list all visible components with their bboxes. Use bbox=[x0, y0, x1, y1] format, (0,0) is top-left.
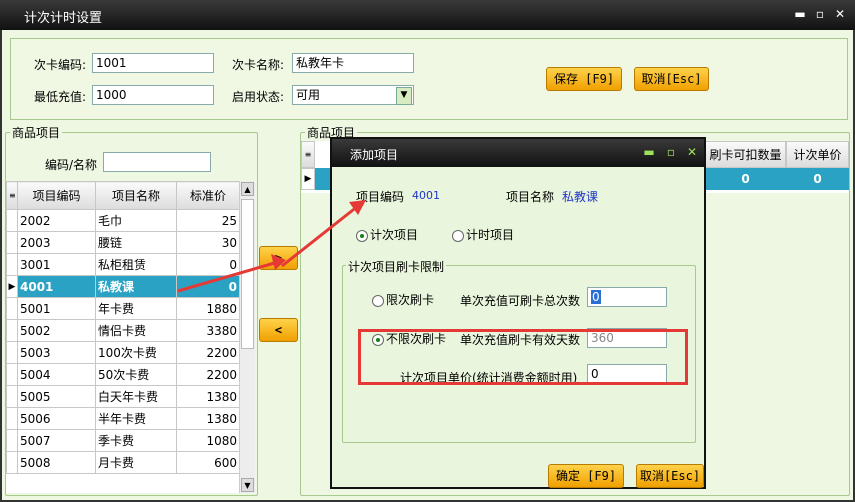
arrow-line bbox=[281, 204, 359, 268]
arrow-head bbox=[271, 254, 286, 270]
annotation-arrows bbox=[177, 200, 366, 293]
arrow-line bbox=[177, 260, 279, 293]
